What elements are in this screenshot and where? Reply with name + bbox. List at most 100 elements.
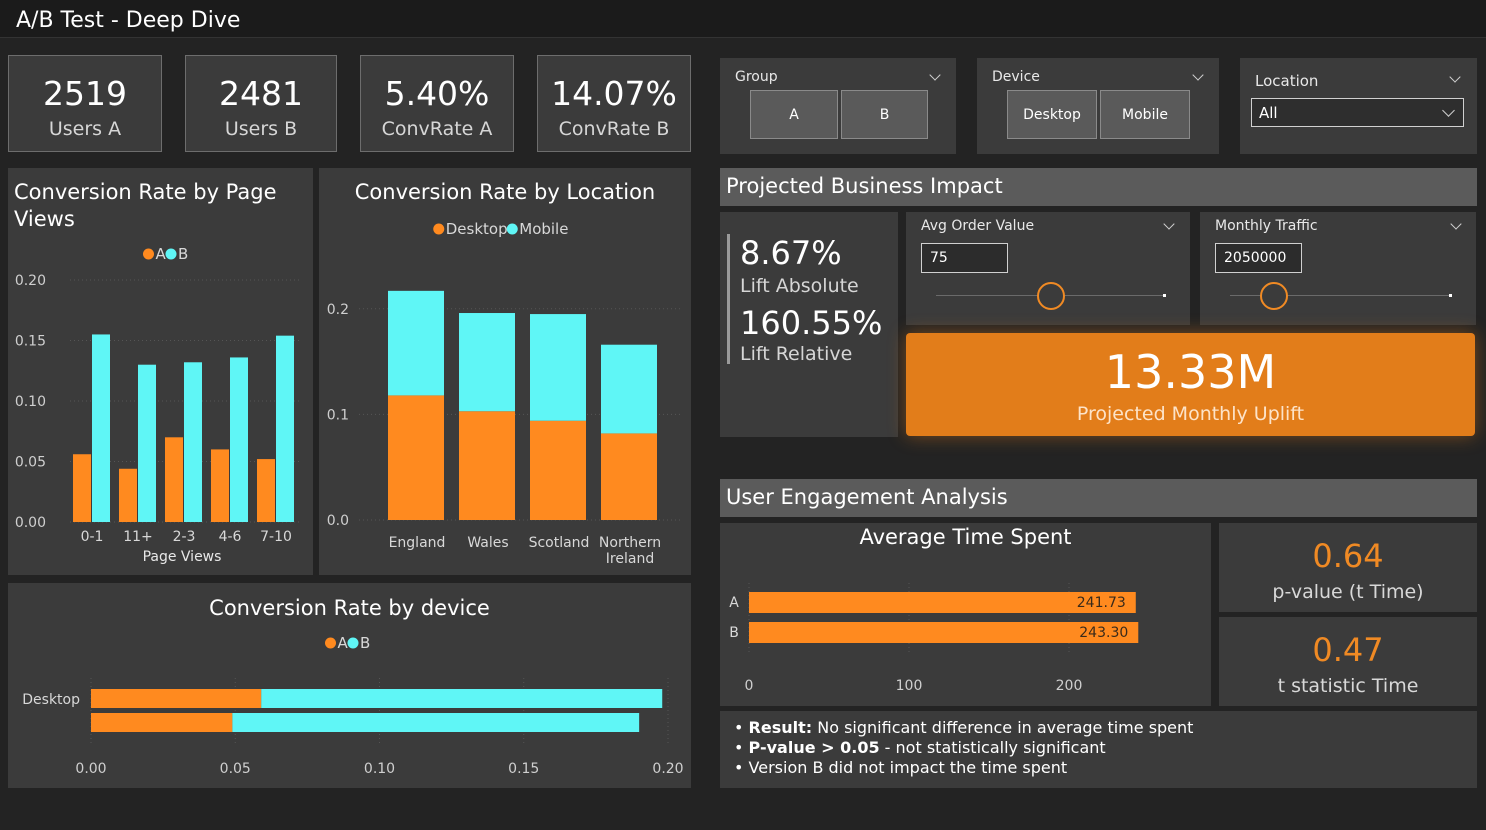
- y-tick-label: 0.2: [327, 302, 349, 318]
- legend-marker-b: [165, 248, 177, 260]
- chevron-down-icon[interactable]: [1192, 69, 1204, 81]
- kpi-label: Users B: [224, 118, 298, 140]
- business-impact-header: Projected Business Impact: [720, 168, 1477, 206]
- group-option-a[interactable]: A: [750, 90, 838, 139]
- x-tick-label: 11+: [123, 529, 153, 545]
- group-slicer: Group A B: [720, 58, 956, 154]
- result-line-3-text: Version B did not impact the time spent: [748, 758, 1068, 777]
- tstat-label: t statistic Time: [1277, 675, 1419, 697]
- kpi-users-b: 2481 Users B: [185, 55, 337, 152]
- bar-mobile-northern-ireland: [601, 344, 657, 434]
- legend-label: Desktop: [446, 220, 508, 238]
- y-tick-label: A: [729, 595, 739, 611]
- result-notes: • Result: No significant difference in a…: [720, 711, 1477, 788]
- uplift-label: Projected Monthly Uplift: [1076, 403, 1305, 425]
- bar-b-row-1: [261, 689, 663, 708]
- lift-card: 8.67% Lift Absolute 160.55% Lift Relativ…: [720, 212, 898, 437]
- bar-b-0-1: [92, 334, 110, 522]
- y-tick-label: 0.10: [15, 394, 46, 410]
- kpi-label: ConvRate B: [558, 118, 670, 140]
- kpi-convrate-b: 14.07% ConvRate B: [537, 55, 691, 152]
- lift-absolute-value: 8.67%: [740, 234, 842, 272]
- y-tick-label: 0.05: [15, 455, 46, 471]
- x-tick-label: 0.00: [75, 761, 106, 777]
- y-tick-label: 0.20: [15, 273, 46, 289]
- aov-slider-end: [1163, 294, 1166, 297]
- result-line-1-bold: Result:: [748, 718, 813, 737]
- aov-input[interactable]: 75: [921, 243, 1008, 273]
- bar-b-4-6: [230, 357, 248, 522]
- chevron-down-icon[interactable]: [1449, 71, 1461, 83]
- legend-label: B: [360, 634, 370, 652]
- y-tick-label: 0.1: [327, 407, 349, 423]
- tstat-card: 0.47 t statistic Time: [1219, 617, 1477, 706]
- avg-order-value-control: Avg Order Value 75: [906, 212, 1190, 325]
- section-title: User Engagement Analysis: [726, 485, 1008, 509]
- kpi-label: ConvRate A: [381, 118, 493, 140]
- x-tick-label: 4-6: [219, 529, 242, 545]
- y-tick-label: 0.00: [15, 515, 46, 531]
- uplift-card: 13.33M Projected Monthly Uplift: [906, 333, 1475, 436]
- kpi-value: 5.40%: [384, 74, 490, 113]
- bar-mobile-scotland: [530, 314, 586, 421]
- aov-slider-thumb[interactable]: [1037, 282, 1065, 310]
- device-option-desktop[interactable]: Desktop: [1007, 90, 1097, 139]
- bar-desktop-england: [388, 395, 444, 520]
- x-tick-label: 0.15: [508, 761, 539, 777]
- result-line-2-bold: P-value > 0.05: [748, 738, 880, 757]
- x-tick-label: Scotland: [529, 535, 590, 551]
- result-line-2-text: - not statistically significant: [879, 738, 1106, 757]
- legend-label: A: [338, 634, 349, 652]
- time-spent-chart-svg: 0 100 200 241.73 A 243.30 B: [729, 583, 1139, 694]
- chart-time-spent: Average Time Spent 0 100 200 241.73 A 243.30 B: [720, 523, 1211, 706]
- traffic-slider-end: [1449, 294, 1452, 297]
- bar-desktop-northern-ireland: [601, 433, 657, 520]
- legend-marker-mobile: [506, 223, 518, 235]
- traffic-input[interactable]: 2050000: [1215, 243, 1302, 273]
- device-slicer-title: Device: [992, 69, 1040, 85]
- device-slicer: Device Desktop Mobile: [977, 58, 1219, 154]
- location-selected: All: [1259, 104, 1278, 122]
- data-label: 241.73: [1077, 595, 1126, 611]
- traffic-title: Monthly Traffic: [1215, 218, 1318, 234]
- bar-b-row-2: [232, 713, 640, 732]
- x-tick-label: 0.10: [364, 761, 395, 777]
- group-slicer-title: Group: [735, 69, 778, 85]
- legend-label: B: [178, 245, 188, 263]
- lift-relative-value: 160.55%: [740, 304, 883, 342]
- traffic-slider-thumb[interactable]: [1260, 282, 1289, 310]
- kpi-value: 14.07%: [551, 74, 677, 113]
- result-line-1-text: No significant difference in average tim…: [812, 718, 1194, 737]
- section-title: Projected Business Impact: [726, 174, 1003, 198]
- legend-marker-b: [347, 637, 359, 649]
- chevron-down-icon[interactable]: [1163, 218, 1175, 230]
- monthly-traffic-control: Monthly Traffic 2050000: [1200, 212, 1476, 325]
- kpi-value: 2519: [43, 74, 127, 113]
- data-label: 243.30: [1079, 625, 1128, 641]
- x-tick-label: Northern: [599, 535, 661, 551]
- chevron-down-icon[interactable]: [1450, 218, 1462, 230]
- bar-b-11: [138, 364, 156, 522]
- pvalue-label: p-value (t Time): [1272, 581, 1424, 603]
- x-tick-label: Ireland: [606, 551, 654, 567]
- x-tick-label: 100: [896, 678, 923, 694]
- legend-label: A: [156, 245, 167, 263]
- pvalue-card: 0.64 p-value (t Time): [1219, 523, 1477, 612]
- y-tick-label: 0.0: [327, 513, 349, 529]
- device-option-mobile[interactable]: Mobile: [1100, 90, 1190, 139]
- chevron-down-icon[interactable]: [929, 69, 941, 81]
- x-tick-label: 0.20: [652, 761, 683, 777]
- title-bar: A/B Test - Deep Dive: [0, 0, 1486, 38]
- x-axis-label: Page Views: [143, 549, 222, 565]
- tstat-value: 0.47: [1312, 631, 1384, 669]
- x-tick-label: Wales: [467, 535, 508, 551]
- bar-b-7-10: [276, 335, 294, 522]
- bar-a-row-1: [91, 689, 262, 708]
- chart-location: Conversion Rate by Location Desktop Mobil…: [319, 168, 691, 575]
- location-slicer-title: Location: [1255, 72, 1319, 90]
- x-tick-label: 2-3: [173, 529, 196, 545]
- location-dropdown[interactable]: All: [1251, 98, 1464, 127]
- lift-relative-label: Lift Relative: [740, 343, 853, 365]
- group-option-b[interactable]: B: [841, 90, 928, 139]
- bar-desktop-wales: [459, 411, 515, 520]
